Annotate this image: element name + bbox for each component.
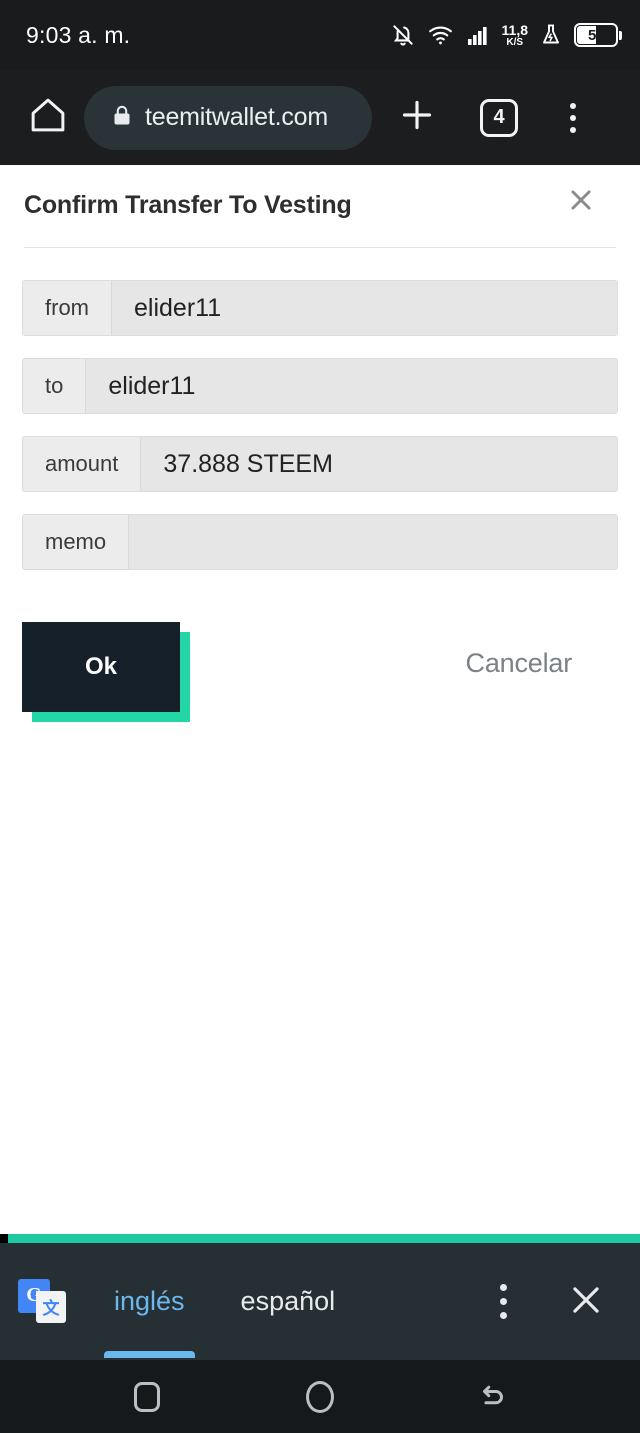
overflow-menu-icon [570, 126, 576, 133]
address-bar-url: teemitwallet.com [145, 103, 328, 131]
tab-source-language[interactable]: inglés [86, 1243, 213, 1360]
phone-screen: 9:03 a. m. 11,8 K/S 51 teemitwallet.com … [0, 0, 640, 1433]
home-icon [27, 94, 69, 141]
lock-icon [110, 102, 134, 133]
active-tab-underline [104, 1351, 195, 1358]
field-label-memo: memo [23, 515, 130, 569]
back-button[interactable] [458, 1360, 528, 1433]
back-arrow-icon [475, 1378, 511, 1415]
recents-button[interactable] [112, 1360, 182, 1433]
field-row-memo: memo [22, 514, 618, 570]
browser-toolbar: teemitwallet.com 4 [0, 70, 640, 165]
home-button[interactable] [20, 90, 76, 146]
translate-close-button[interactable] [558, 1274, 614, 1330]
field-row-amount: amount 37.888 STEEM [22, 436, 618, 492]
field-row-from: from elider11 [22, 280, 618, 336]
wifi-icon [427, 22, 454, 48]
battery-level: 51 [587, 26, 605, 44]
ok-button-wrapper: Ok [22, 622, 190, 722]
field-label-from: from [23, 281, 112, 335]
overflow-menu-icon [570, 102, 576, 109]
transfer-fields: from elider11 to elider11 amount 37.888 … [0, 248, 640, 570]
language-tabs: inglés español [86, 1243, 363, 1360]
signal-bars-icon [465, 23, 491, 47]
field-value-to: elider11 [86, 359, 617, 413]
tab-target-language[interactable]: español [213, 1243, 364, 1360]
field-label-amount: amount [23, 437, 142, 491]
page-footer-accent-bar [0, 1234, 640, 1243]
dialog-close-button[interactable] [562, 183, 600, 221]
address-bar[interactable]: teemitwallet.com [84, 85, 372, 150]
status-bar: 9:03 a. m. 11,8 K/S 51 [0, 0, 640, 70]
translate-menu-button[interactable] [476, 1267, 530, 1337]
battery-indicator: 51 [574, 23, 622, 47]
ok-button[interactable]: Ok [22, 622, 180, 712]
cancel-button[interactable]: Cancelar [466, 648, 573, 679]
home-button-nav[interactable] [285, 1360, 355, 1433]
google-translate-icon: G 文 [18, 1277, 66, 1323]
home-circle-icon [305, 1380, 334, 1413]
translate-icon-glyph: 文 [36, 1290, 66, 1323]
network-speed-unit: K/S [506, 36, 524, 48]
browser-menu-button[interactable] [546, 87, 600, 149]
field-value-amount: 37.888 STEEM [141, 437, 617, 491]
field-value-from: elider11 [112, 281, 617, 335]
page-content: Confirm Transfer To Vesting from elider1… [0, 165, 640, 1234]
translate-bar: G 文 inglés español [0, 1243, 640, 1360]
new-tab-button[interactable] [386, 87, 448, 149]
overflow-menu-icon [499, 1312, 507, 1319]
android-nav-bar [0, 1360, 640, 1433]
field-label-to: to [23, 359, 87, 413]
dialog-actions: Ok Cancelar [0, 622, 640, 742]
tab-count-badge: 4 [480, 98, 518, 137]
status-clock: 9:03 a. m. [26, 21, 131, 48]
overflow-menu-icon [499, 1298, 507, 1305]
recents-icon [133, 1381, 160, 1412]
tab-switcher-button[interactable]: 4 [468, 87, 530, 149]
tab-source-language-label: inglés [114, 1286, 185, 1316]
dialog-header: Confirm Transfer To Vesting [0, 165, 640, 247]
notifications-off-icon [390, 22, 416, 48]
overflow-menu-icon [570, 114, 576, 121]
footer-accent-cap [0, 1234, 8, 1243]
plus-icon [397, 95, 437, 140]
network-speed-indicator: 11,8 K/S [502, 23, 528, 48]
close-icon [566, 185, 596, 220]
network-speed-value: 11,8 [501, 21, 528, 38]
close-icon [567, 1281, 605, 1322]
flask-icon [539, 22, 563, 48]
overflow-menu-icon [499, 1284, 507, 1291]
field-row-to: to elider11 [22, 358, 618, 414]
page-title: Confirm Transfer To Vesting [24, 191, 352, 219]
status-icons: 11,8 K/S 51 [390, 22, 622, 48]
field-value-memo [129, 515, 617, 569]
